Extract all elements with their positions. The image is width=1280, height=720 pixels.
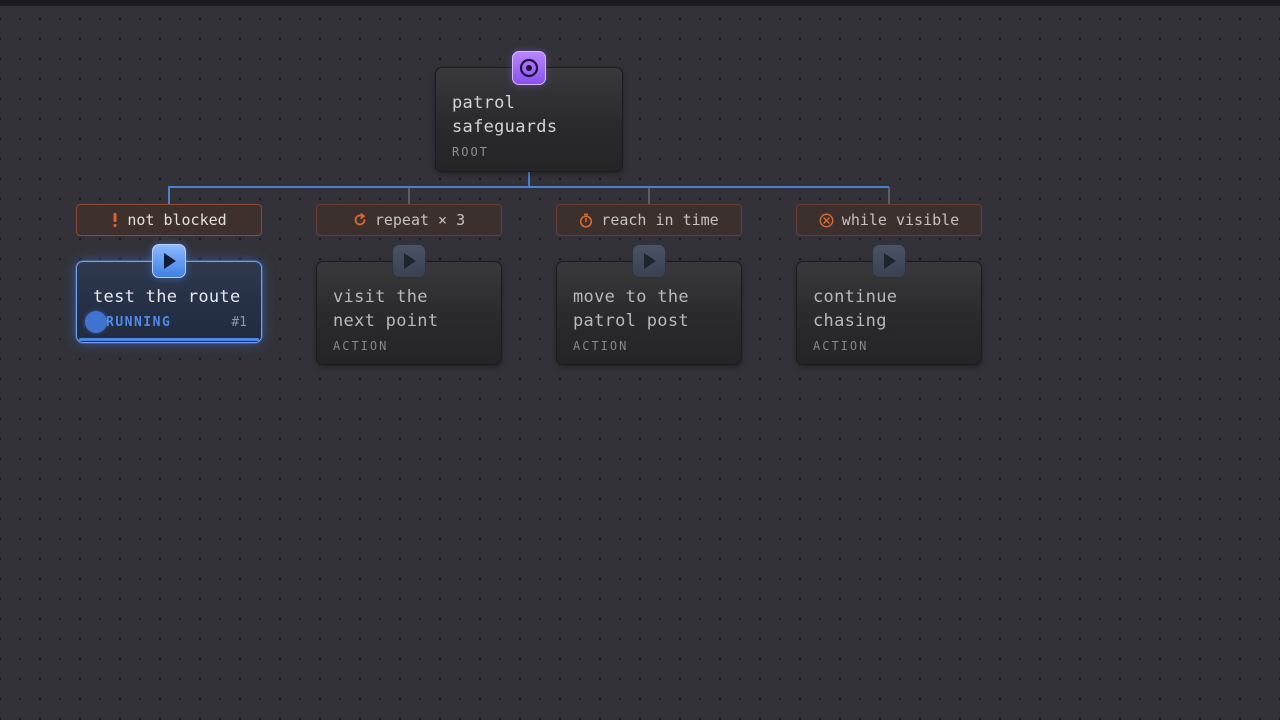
play-icon[interactable]: [152, 244, 186, 278]
play-icon[interactable]: [392, 244, 426, 278]
node-title-line1: move to the: [573, 287, 689, 307]
root-title-line1: patrol: [452, 93, 516, 113]
progress-fill: [79, 338, 259, 341]
behavior-tree-canvas[interactable]: patrol safeguards ROOT not blocked test …: [0, 0, 1280, 720]
decorator-not-blocked[interactable]: not blocked: [76, 204, 262, 236]
timer-icon: [579, 213, 593, 228]
run-count: #1: [231, 315, 247, 330]
node-title: test the route: [93, 287, 241, 307]
decorator-label: not blocked: [127, 211, 227, 229]
node-type-label: ACTION: [573, 339, 629, 353]
play-icon[interactable]: [632, 244, 666, 278]
node-title-line1: visit the: [333, 287, 428, 307]
node-title-line1: continue: [813, 287, 898, 307]
running-indicator-dot: [85, 311, 107, 333]
node-type-label: ACTION: [333, 339, 389, 353]
node-type-label: ACTION: [813, 339, 869, 353]
play-icon[interactable]: [872, 244, 906, 278]
decorator-while-visible[interactable]: while visible: [796, 204, 982, 236]
root-type-label: ROOT: [452, 145, 489, 159]
decorator-label: reach in time: [601, 211, 719, 229]
target-icon[interactable]: [512, 51, 546, 85]
decorator-reach-in-time[interactable]: reach in time: [556, 204, 742, 236]
cancel-circle-icon: [819, 213, 834, 228]
decorator-label: while visible: [841, 211, 960, 229]
progress-bar: [79, 338, 259, 341]
status-label: RUNNING: [106, 315, 172, 330]
decorator-repeat[interactable]: repeat × 3: [316, 204, 502, 236]
node-title-line2: chasing: [813, 311, 887, 331]
repeat-icon: [353, 213, 367, 227]
decorator-label: repeat × 3: [374, 211, 466, 229]
exclamation-icon: [111, 212, 119, 228]
node-title-line2: patrol post: [573, 311, 689, 331]
root-title-line2: safeguards: [452, 117, 558, 137]
node-title-line2: next point: [333, 311, 439, 331]
